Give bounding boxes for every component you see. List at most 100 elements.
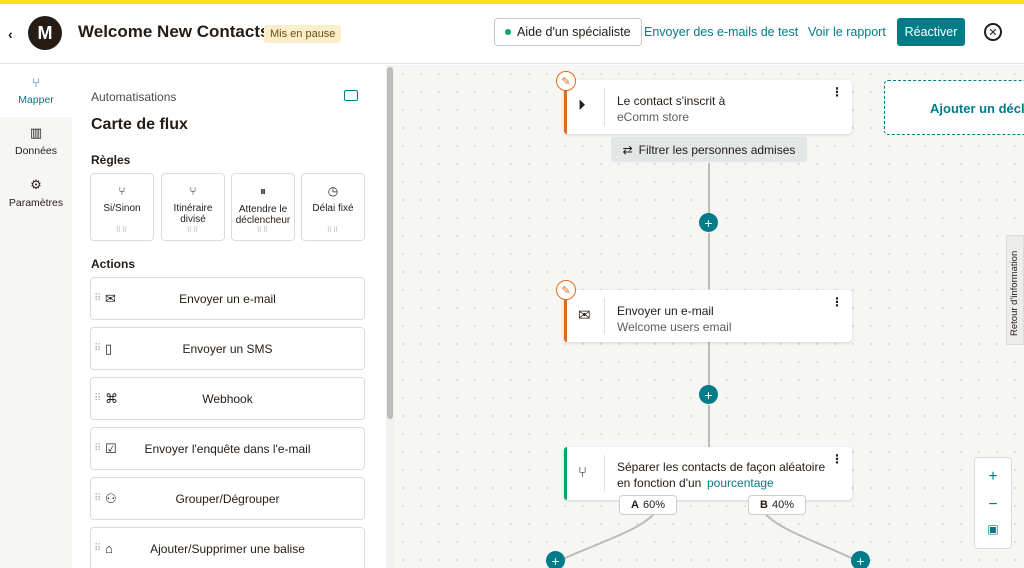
more-options-icon[interactable]: ⋮ xyxy=(831,296,843,308)
add-step-button[interactable]: + xyxy=(699,385,718,404)
survey-icon: ☑ xyxy=(105,440,117,456)
bar-chart-icon: ▥ xyxy=(29,125,43,140)
email-title: Envoyer un e-mail xyxy=(617,304,714,318)
breadcrumb[interactable]: Automatisations xyxy=(91,90,176,104)
rule-label: Attendre le déclencheur xyxy=(235,204,291,226)
more-options-icon[interactable]: ⋮ xyxy=(831,86,843,98)
node-divider xyxy=(604,88,605,126)
email-subtitle: Welcome users email xyxy=(617,320,732,334)
branch-letter: A xyxy=(631,499,639,511)
percentage-link[interactable]: pourcentage xyxy=(707,476,774,490)
drag-grip-icon: ⠿⠿ xyxy=(256,227,270,234)
status-badge: Mis en pause xyxy=(264,25,342,43)
filter-admitted-button[interactable]: ⇄ Filtrer les personnes admises xyxy=(611,137,807,162)
view-report-link[interactable]: Voir le rapport xyxy=(808,25,886,39)
random-split-node[interactable]: ⑂ Séparer les contacts de façon aléatoir… xyxy=(564,447,852,500)
envelope-icon: ✉ xyxy=(105,290,116,306)
envelope-icon: ✉ xyxy=(578,307,591,324)
action-add-remove-tag[interactable]: ⠿ ⌂ Ajouter/Supprimer une balise xyxy=(90,527,365,568)
nav-item-mapper[interactable]: ⑂ Mapper xyxy=(0,65,72,117)
edit-pencil-icon[interactable]: ✎ xyxy=(556,280,576,300)
panel-scrollbar[interactable] xyxy=(386,65,394,568)
drag-handle-icon[interactable]: ⠿ xyxy=(94,443,101,454)
branch-icon: ⑂ xyxy=(118,184,126,198)
reactivate-button[interactable]: Réactiver xyxy=(897,18,965,46)
connector-line xyxy=(708,342,710,388)
node-divider xyxy=(604,455,605,492)
rule-split-path[interactable]: ⑂ Itinéraire divisé ⠿⠿ xyxy=(161,173,225,241)
drag-grip-icon: ⠿⠿ xyxy=(326,227,340,234)
add-trigger-button[interactable]: Ajouter un décle xyxy=(884,80,1024,135)
drag-handle-icon[interactable]: ⠿ xyxy=(94,343,101,354)
rule-if-else[interactable]: ⑂ Si/Sinon ⠿⠿ xyxy=(90,173,154,241)
feedback-label: Retour d'information xyxy=(1009,250,1020,336)
branch-connectors xyxy=(555,507,861,563)
zoom-out-button[interactable]: − xyxy=(975,496,1011,514)
expand-panel-icon[interactable] xyxy=(344,90,358,101)
add-step-button[interactable]: + xyxy=(546,551,565,568)
play-icon: ⏵ xyxy=(578,97,586,114)
trigger-node[interactable]: ⏵ Le contact s'inscrit à eComm store ⋮ xyxy=(564,80,852,134)
action-survey-email[interactable]: ⠿ ☑ Envoyer l'enquête dans l'e-mail xyxy=(90,427,365,470)
filter-sliders-icon: ⇄ xyxy=(622,142,633,157)
rule-wait-trigger[interactable]: ⏸ Attendre le déclencheur ⠿⠿ xyxy=(231,173,295,241)
send-email-node[interactable]: ✉ Envoyer un e-mail Welcome users email … xyxy=(564,290,852,342)
flow-canvas[interactable]: ⏵ Le contact s'inscrit à eComm store ⋮ ✎… xyxy=(394,65,1024,568)
drag-grip-icon: ⠿⠿ xyxy=(115,227,129,234)
page-title: Welcome New Contacts xyxy=(78,22,270,41)
nav-item-settings[interactable]: ⚙ Paramètres xyxy=(0,177,72,209)
rule-fixed-delay[interactable]: ◷ Délai fixé ⠿⠿ xyxy=(301,173,365,241)
branch-icon: ⑂ xyxy=(189,184,197,198)
branch-b-pill[interactable]: B 40% xyxy=(748,495,806,515)
scrollbar-thumb[interactable] xyxy=(387,67,393,419)
action-label: Webhook xyxy=(202,391,253,406)
feedback-tab[interactable]: Retour d'information xyxy=(1006,235,1024,345)
webhook-icon: ⌘ xyxy=(105,390,118,406)
drag-handle-icon[interactable]: ⠿ xyxy=(94,393,101,404)
mailchimp-logo[interactable]: M xyxy=(28,16,62,50)
nav-item-label: Paramètres xyxy=(8,197,64,209)
connector-line xyxy=(708,405,710,447)
action-send-sms[interactable]: ⠿ ▯ Envoyer un SMS xyxy=(90,327,365,370)
node-status-bar xyxy=(564,447,567,500)
phone-icon: ▯ xyxy=(105,340,113,356)
nav-item-label: Données xyxy=(14,145,58,157)
action-label: Ajouter/Supprimer une balise xyxy=(150,541,305,556)
back-icon[interactable]: ‹ xyxy=(8,26,13,42)
edit-pencil-icon[interactable]: ✎ xyxy=(556,71,576,91)
close-icon[interactable]: ✕ xyxy=(984,23,1002,41)
flow-map-panel: Automatisations Carte de flux Règles ⑂ S… xyxy=(72,65,394,568)
rule-label: Délai fixé xyxy=(312,203,354,214)
drag-grip-icon: ⠿⠿ xyxy=(186,227,200,234)
branch-percent: 60% xyxy=(642,499,665,511)
rule-label: Si/Sinon xyxy=(103,203,141,214)
action-webhook[interactable]: ⠿ ⌘ Webhook xyxy=(90,377,365,420)
drag-handle-icon[interactable]: ⠿ xyxy=(94,543,101,554)
rule-label: Itinéraire divisé xyxy=(173,203,213,225)
add-step-button[interactable]: + xyxy=(699,213,718,232)
branch-a-pill[interactable]: A 60% xyxy=(619,495,677,515)
split-icon: ⑂ xyxy=(578,464,588,481)
nav-item-data[interactable]: ▥ Données xyxy=(0,125,72,157)
more-options-icon[interactable]: ⋮ xyxy=(831,453,843,465)
branch-percent: 40% xyxy=(771,499,794,511)
panel-title: Carte de flux xyxy=(91,116,188,133)
zoom-controls: + − ▣ xyxy=(974,457,1012,549)
branch-letter: B xyxy=(760,499,768,511)
send-test-emails-link[interactable]: Envoyer des e-mails de test xyxy=(644,25,798,39)
tag-icon: ⌂ xyxy=(105,541,113,556)
filter-label: Filtrer les personnes admises xyxy=(638,142,796,157)
action-send-email[interactable]: ⠿ ✉ Envoyer un e-mail xyxy=(90,277,365,320)
clock-icon: ◷ xyxy=(327,184,339,198)
fit-view-icon[interactable]: ▣ xyxy=(975,522,1011,536)
drag-handle-icon[interactable]: ⠿ xyxy=(94,493,101,504)
zoom-in-button[interactable]: + xyxy=(975,468,1011,486)
specialist-help-button[interactable]: Aide d'un spécialiste xyxy=(494,18,642,46)
add-step-button[interactable]: + xyxy=(851,551,870,568)
node-divider xyxy=(604,298,605,334)
specialist-help-label: Aide d'un spécialiste xyxy=(517,25,631,39)
action-group-ungroup[interactable]: ⠿ ⚇ Grouper/Dégrouper xyxy=(90,477,365,520)
drag-handle-icon[interactable]: ⠿ xyxy=(94,293,101,304)
action-label: Grouper/Dégrouper xyxy=(175,491,280,506)
group-icon: ⚇ xyxy=(105,490,117,506)
